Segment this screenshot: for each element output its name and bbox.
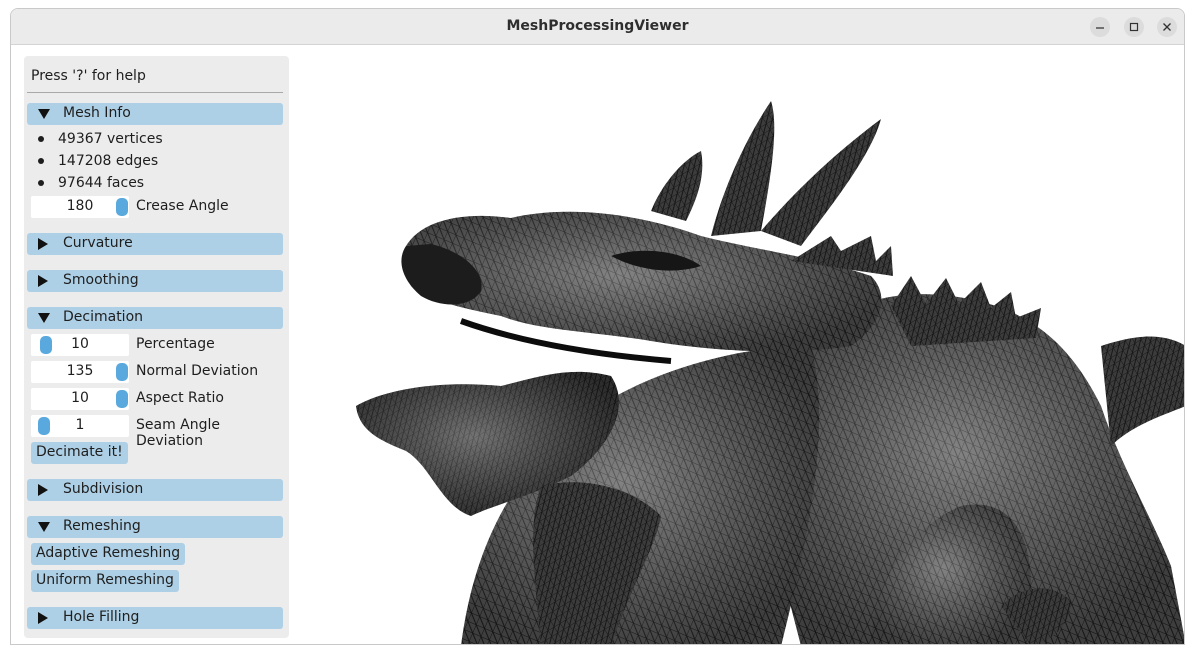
control-panel: Press '?' for help Mesh Info 49367 verti… (24, 56, 289, 638)
section-header-curvature[interactable]: Curvature (27, 233, 283, 255)
slider-label: Percentage (136, 336, 215, 352)
bullet-icon (38, 158, 44, 164)
slider-handle[interactable] (116, 198, 128, 216)
close-icon (1163, 23, 1171, 31)
section-header-hole-filling[interactable]: Hole Filling (27, 607, 283, 629)
minimize-icon (1096, 27, 1104, 29)
minimize-button[interactable] (1090, 17, 1110, 37)
aspect-ratio-slider[interactable]: 10 (31, 388, 129, 410)
edge-count: 147208 edges (58, 153, 159, 169)
decimate-button[interactable]: Decimate it! (31, 442, 128, 464)
slider-value: 180 (66, 198, 94, 214)
triangle-down-icon (38, 522, 50, 532)
section-label: Curvature (63, 235, 133, 251)
bullet-icon (38, 180, 44, 186)
maximize-icon (1129, 22, 1139, 32)
bullet-icon (38, 136, 44, 142)
seam-angle-deviation-slider[interactable]: 1 (31, 415, 129, 437)
adaptive-remeshing-button[interactable]: Adaptive Remeshing (31, 543, 186, 565)
section-header-smoothing[interactable]: Smoothing (27, 270, 283, 292)
app-window: MeshProcessingViewer Press '?' for help … (10, 8, 1185, 645)
section-header-mesh-info[interactable]: Mesh Info (27, 103, 283, 125)
crease-angle-slider[interactable]: 180 (31, 196, 129, 218)
help-text: Press '?' for help (31, 68, 146, 84)
triangle-right-icon (38, 238, 48, 250)
section-header-remeshing[interactable]: Remeshing (27, 516, 283, 538)
normal-deviation-slider[interactable]: 135 (31, 361, 129, 383)
section-label: Remeshing (63, 518, 141, 534)
face-count: 97644 faces (58, 175, 145, 191)
triangle-right-icon (38, 275, 48, 287)
section-label: Hole Filling (63, 609, 140, 625)
section-label: Mesh Info (63, 105, 131, 121)
section-header-decimation[interactable]: Decimation (27, 307, 283, 329)
section-label: Subdivision (63, 481, 144, 497)
slider-value: 10 (71, 390, 89, 406)
window-title: MeshProcessingViewer (506, 18, 689, 34)
mesh-viewport[interactable]: Press '?' for help Mesh Info 49367 verti… (11, 46, 1184, 644)
triangle-right-icon (38, 612, 48, 624)
slider-label: Seam Angle Deviation (136, 417, 221, 449)
triangle-down-icon (38, 313, 50, 323)
close-button[interactable] (1157, 17, 1177, 37)
triangle-right-icon (38, 484, 48, 496)
maximize-button[interactable] (1124, 17, 1144, 37)
uniform-remeshing-button[interactable]: Uniform Remeshing (31, 570, 179, 592)
dragon-mesh (356, 101, 1184, 644)
divider (27, 92, 283, 93)
vertex-count: 49367 vertices (58, 131, 163, 147)
slider-label: Aspect Ratio (136, 390, 224, 406)
section-label: Decimation (63, 309, 144, 325)
section-label: Smoothing (63, 272, 139, 288)
section-header-subdivision[interactable]: Subdivision (27, 479, 283, 501)
slider-handle[interactable] (38, 417, 50, 435)
triangle-down-icon (38, 109, 50, 119)
slider-handle[interactable] (116, 390, 128, 408)
slider-handle[interactable] (116, 363, 128, 381)
slider-label: Crease Angle (136, 198, 229, 214)
slider-handle[interactable] (40, 336, 52, 354)
percentage-slider[interactable]: 10 (31, 334, 129, 356)
title-bar[interactable]: MeshProcessingViewer (11, 9, 1184, 45)
slider-value: 135 (66, 363, 94, 379)
slider-label: Normal Deviation (136, 363, 259, 379)
